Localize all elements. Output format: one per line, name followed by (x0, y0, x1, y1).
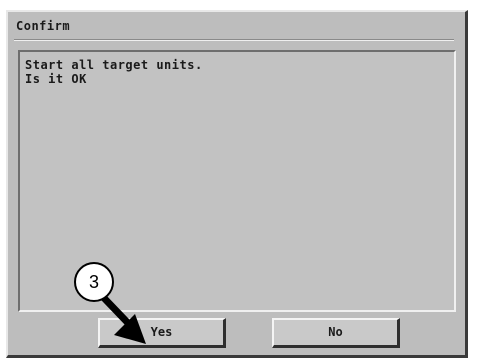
step-number-callout: 3 (74, 262, 114, 302)
screen: Confirm Start all target units. Is it OK… (0, 0, 480, 363)
confirm-dialog: Confirm Start all target units. Is it OK (6, 10, 468, 358)
confirm-message: Start all target units. Is it OK (25, 58, 203, 86)
dialog-title: Confirm (16, 19, 71, 33)
yes-button[interactable]: Yes (98, 318, 226, 348)
title-divider (14, 39, 454, 41)
no-button[interactable]: No (272, 318, 400, 348)
dialog-titlebar: Confirm (14, 17, 459, 41)
